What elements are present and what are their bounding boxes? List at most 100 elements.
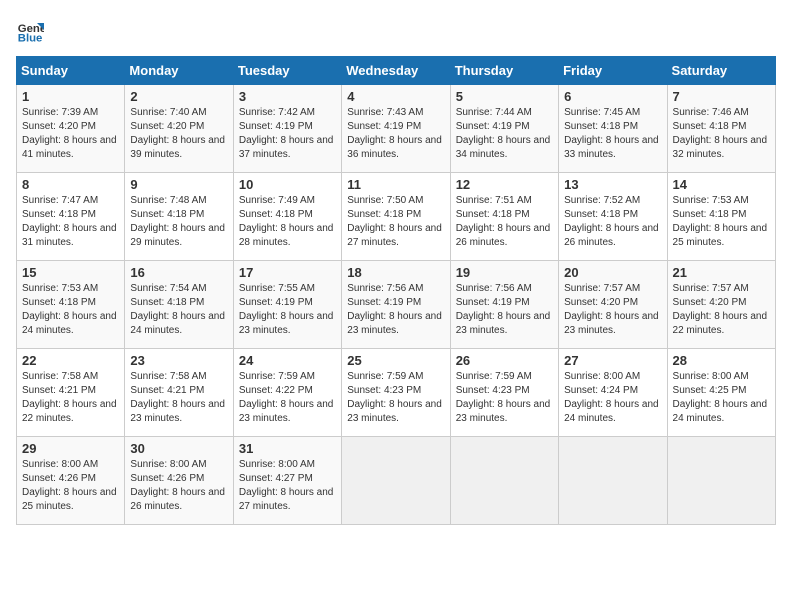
- col-header-monday: Monday: [125, 57, 233, 85]
- day-number: 18: [347, 265, 444, 280]
- day-detail: Sunrise: 7:56 AMSunset: 4:19 PMDaylight:…: [456, 283, 551, 336]
- day-number: 19: [456, 265, 553, 280]
- day-detail: Sunrise: 7:49 AMSunset: 4:18 PMDaylight:…: [239, 195, 334, 248]
- calendar-cell: 29 Sunrise: 8:00 AMSunset: 4:26 PMDaylig…: [17, 437, 125, 525]
- calendar-cell: [667, 437, 775, 525]
- day-detail: Sunrise: 7:53 AMSunset: 4:18 PMDaylight:…: [22, 283, 117, 336]
- col-header-tuesday: Tuesday: [233, 57, 341, 85]
- calendar-cell: [450, 437, 558, 525]
- calendar-cell: 8 Sunrise: 7:47 AMSunset: 4:18 PMDayligh…: [17, 173, 125, 261]
- day-detail: Sunrise: 7:59 AMSunset: 4:23 PMDaylight:…: [347, 371, 442, 424]
- day-detail: Sunrise: 7:39 AMSunset: 4:20 PMDaylight:…: [22, 107, 117, 160]
- day-detail: Sunrise: 8:00 AMSunset: 4:26 PMDaylight:…: [130, 459, 225, 512]
- calendar-cell: 22 Sunrise: 7:58 AMSunset: 4:21 PMDaylig…: [17, 349, 125, 437]
- day-number: 13: [564, 177, 661, 192]
- day-detail: Sunrise: 7:54 AMSunset: 4:18 PMDaylight:…: [130, 283, 225, 336]
- col-header-friday: Friday: [559, 57, 667, 85]
- col-header-saturday: Saturday: [667, 57, 775, 85]
- calendar-cell: [559, 437, 667, 525]
- day-number: 5: [456, 89, 553, 104]
- day-detail: Sunrise: 8:00 AMSunset: 4:24 PMDaylight:…: [564, 371, 659, 424]
- day-number: 10: [239, 177, 336, 192]
- calendar-cell: 14 Sunrise: 7:53 AMSunset: 4:18 PMDaylig…: [667, 173, 775, 261]
- day-detail: Sunrise: 7:56 AMSunset: 4:19 PMDaylight:…: [347, 283, 442, 336]
- day-number: 20: [564, 265, 661, 280]
- day-detail: Sunrise: 7:44 AMSunset: 4:19 PMDaylight:…: [456, 107, 551, 160]
- day-number: 24: [239, 353, 336, 368]
- day-number: 8: [22, 177, 119, 192]
- day-detail: Sunrise: 7:58 AMSunset: 4:21 PMDaylight:…: [130, 371, 225, 424]
- calendar-cell: 13 Sunrise: 7:52 AMSunset: 4:18 PMDaylig…: [559, 173, 667, 261]
- day-number: 9: [130, 177, 227, 192]
- day-detail: Sunrise: 7:57 AMSunset: 4:20 PMDaylight:…: [564, 283, 659, 336]
- calendar-cell: 10 Sunrise: 7:49 AMSunset: 4:18 PMDaylig…: [233, 173, 341, 261]
- calendar-cell: 3 Sunrise: 7:42 AMSunset: 4:19 PMDayligh…: [233, 85, 341, 173]
- day-detail: Sunrise: 7:58 AMSunset: 4:21 PMDaylight:…: [22, 371, 117, 424]
- day-number: 7: [673, 89, 770, 104]
- day-detail: Sunrise: 7:51 AMSunset: 4:18 PMDaylight:…: [456, 195, 551, 248]
- day-number: 3: [239, 89, 336, 104]
- col-header-wednesday: Wednesday: [342, 57, 450, 85]
- day-number: 2: [130, 89, 227, 104]
- day-detail: Sunrise: 7:59 AMSunset: 4:22 PMDaylight:…: [239, 371, 334, 424]
- day-detail: Sunrise: 7:50 AMSunset: 4:18 PMDaylight:…: [347, 195, 442, 248]
- day-detail: Sunrise: 7:45 AMSunset: 4:18 PMDaylight:…: [564, 107, 659, 160]
- day-number: 4: [347, 89, 444, 104]
- calendar-cell: 30 Sunrise: 8:00 AMSunset: 4:26 PMDaylig…: [125, 437, 233, 525]
- day-number: 11: [347, 177, 444, 192]
- day-number: 14: [673, 177, 770, 192]
- day-number: 22: [22, 353, 119, 368]
- day-detail: Sunrise: 7:40 AMSunset: 4:20 PMDaylight:…: [130, 107, 225, 160]
- day-number: 31: [239, 441, 336, 456]
- day-number: 30: [130, 441, 227, 456]
- col-header-sunday: Sunday: [17, 57, 125, 85]
- day-number: 6: [564, 89, 661, 104]
- calendar-cell: 1 Sunrise: 7:39 AMSunset: 4:20 PMDayligh…: [17, 85, 125, 173]
- calendar-cell: 25 Sunrise: 7:59 AMSunset: 4:23 PMDaylig…: [342, 349, 450, 437]
- day-detail: Sunrise: 7:46 AMSunset: 4:18 PMDaylight:…: [673, 107, 768, 160]
- calendar-cell: [342, 437, 450, 525]
- day-detail: Sunrise: 7:48 AMSunset: 4:18 PMDaylight:…: [130, 195, 225, 248]
- calendar-cell: 7 Sunrise: 7:46 AMSunset: 4:18 PMDayligh…: [667, 85, 775, 173]
- day-number: 29: [22, 441, 119, 456]
- day-number: 17: [239, 265, 336, 280]
- day-number: 21: [673, 265, 770, 280]
- day-detail: Sunrise: 8:00 AMSunset: 4:27 PMDaylight:…: [239, 459, 334, 512]
- calendar-cell: 20 Sunrise: 7:57 AMSunset: 4:20 PMDaylig…: [559, 261, 667, 349]
- day-detail: Sunrise: 7:53 AMSunset: 4:18 PMDaylight:…: [673, 195, 768, 248]
- day-number: 23: [130, 353, 227, 368]
- calendar-cell: 23 Sunrise: 7:58 AMSunset: 4:21 PMDaylig…: [125, 349, 233, 437]
- calendar-cell: 5 Sunrise: 7:44 AMSunset: 4:19 PMDayligh…: [450, 85, 558, 173]
- day-detail: Sunrise: 8:00 AMSunset: 4:25 PMDaylight:…: [673, 371, 768, 424]
- day-detail: Sunrise: 7:47 AMSunset: 4:18 PMDaylight:…: [22, 195, 117, 248]
- day-number: 27: [564, 353, 661, 368]
- calendar-cell: 28 Sunrise: 8:00 AMSunset: 4:25 PMDaylig…: [667, 349, 775, 437]
- day-detail: Sunrise: 7:59 AMSunset: 4:23 PMDaylight:…: [456, 371, 551, 424]
- calendar-cell: 6 Sunrise: 7:45 AMSunset: 4:18 PMDayligh…: [559, 85, 667, 173]
- day-detail: Sunrise: 7:57 AMSunset: 4:20 PMDaylight:…: [673, 283, 768, 336]
- day-number: 15: [22, 265, 119, 280]
- calendar-cell: 15 Sunrise: 7:53 AMSunset: 4:18 PMDaylig…: [17, 261, 125, 349]
- day-detail: Sunrise: 7:52 AMSunset: 4:18 PMDaylight:…: [564, 195, 659, 248]
- day-number: 26: [456, 353, 553, 368]
- calendar-table: SundayMondayTuesdayWednesdayThursdayFrid…: [16, 56, 776, 525]
- logo: General Blue: [16, 16, 48, 44]
- calendar-cell: 9 Sunrise: 7:48 AMSunset: 4:18 PMDayligh…: [125, 173, 233, 261]
- col-header-thursday: Thursday: [450, 57, 558, 85]
- calendar-cell: 16 Sunrise: 7:54 AMSunset: 4:18 PMDaylig…: [125, 261, 233, 349]
- logo-icon: General Blue: [16, 16, 44, 44]
- day-detail: Sunrise: 7:55 AMSunset: 4:19 PMDaylight:…: [239, 283, 334, 336]
- calendar-cell: 11 Sunrise: 7:50 AMSunset: 4:18 PMDaylig…: [342, 173, 450, 261]
- svg-text:Blue: Blue: [18, 32, 43, 44]
- day-number: 1: [22, 89, 119, 104]
- calendar-cell: 24 Sunrise: 7:59 AMSunset: 4:22 PMDaylig…: [233, 349, 341, 437]
- day-detail: Sunrise: 7:43 AMSunset: 4:19 PMDaylight:…: [347, 107, 442, 160]
- calendar-cell: 12 Sunrise: 7:51 AMSunset: 4:18 PMDaylig…: [450, 173, 558, 261]
- day-detail: Sunrise: 7:42 AMSunset: 4:19 PMDaylight:…: [239, 107, 334, 160]
- day-number: 28: [673, 353, 770, 368]
- header: General Blue: [16, 16, 776, 44]
- day-number: 16: [130, 265, 227, 280]
- calendar-cell: 4 Sunrise: 7:43 AMSunset: 4:19 PMDayligh…: [342, 85, 450, 173]
- calendar-cell: 21 Sunrise: 7:57 AMSunset: 4:20 PMDaylig…: [667, 261, 775, 349]
- calendar-cell: 26 Sunrise: 7:59 AMSunset: 4:23 PMDaylig…: [450, 349, 558, 437]
